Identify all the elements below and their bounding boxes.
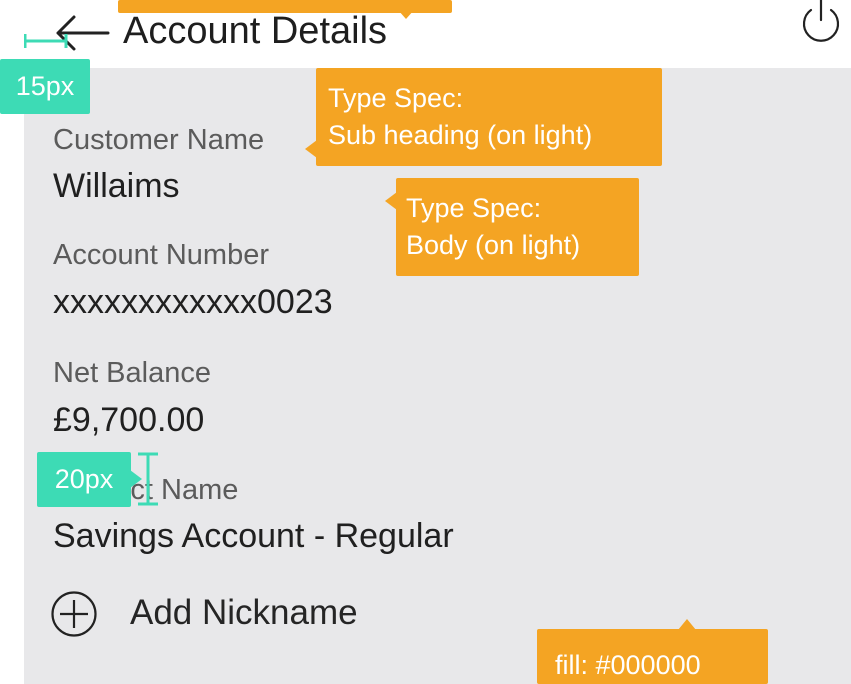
- account-number-value: xxxxxxxxxxxx0023: [53, 283, 333, 321]
- net-balance-label: Net Balance: [53, 357, 211, 389]
- measure-line-15px: [24, 34, 68, 48]
- annotation-pointer: [678, 619, 696, 630]
- measure-pointer: [130, 470, 142, 488]
- plus-circle-icon: [51, 591, 97, 637]
- annotation-pointer: [385, 192, 397, 210]
- customer-name-label: Customer Name: [53, 124, 265, 156]
- product-name-value: Savings Account - Regular: [53, 517, 454, 555]
- annotation-fill-spec: fill: #000000: [537, 629, 768, 684]
- measure-label-20px: 20px: [37, 452, 131, 507]
- power-icon[interactable]: [798, 0, 844, 48]
- annotation-subheading-spec: Type Spec: Sub heading (on light): [316, 68, 662, 166]
- annotation-pointer: [398, 10, 414, 19]
- account-number-label: Account Number: [53, 239, 269, 271]
- annotation-subheading-text: Type Spec: Sub heading (on light): [328, 83, 593, 150]
- customer-name-value: Willaims: [53, 167, 180, 205]
- page-title: Account Details: [123, 10, 388, 52]
- annotation-pointer: [305, 140, 317, 158]
- add-nickname-button[interactable]: Add Nickname: [50, 590, 390, 638]
- annotation-fill-text: fill: #000000: [555, 650, 701, 680]
- add-nickname-label: Add Nickname: [130, 593, 358, 632]
- annotation-body-text: Type Spec: Body (on light): [406, 193, 581, 260]
- net-balance-value: £9,700.00: [53, 401, 205, 439]
- measure-label-15px: 15px: [0, 59, 90, 114]
- annotation-body-spec: Type Spec: Body (on light): [396, 178, 639, 276]
